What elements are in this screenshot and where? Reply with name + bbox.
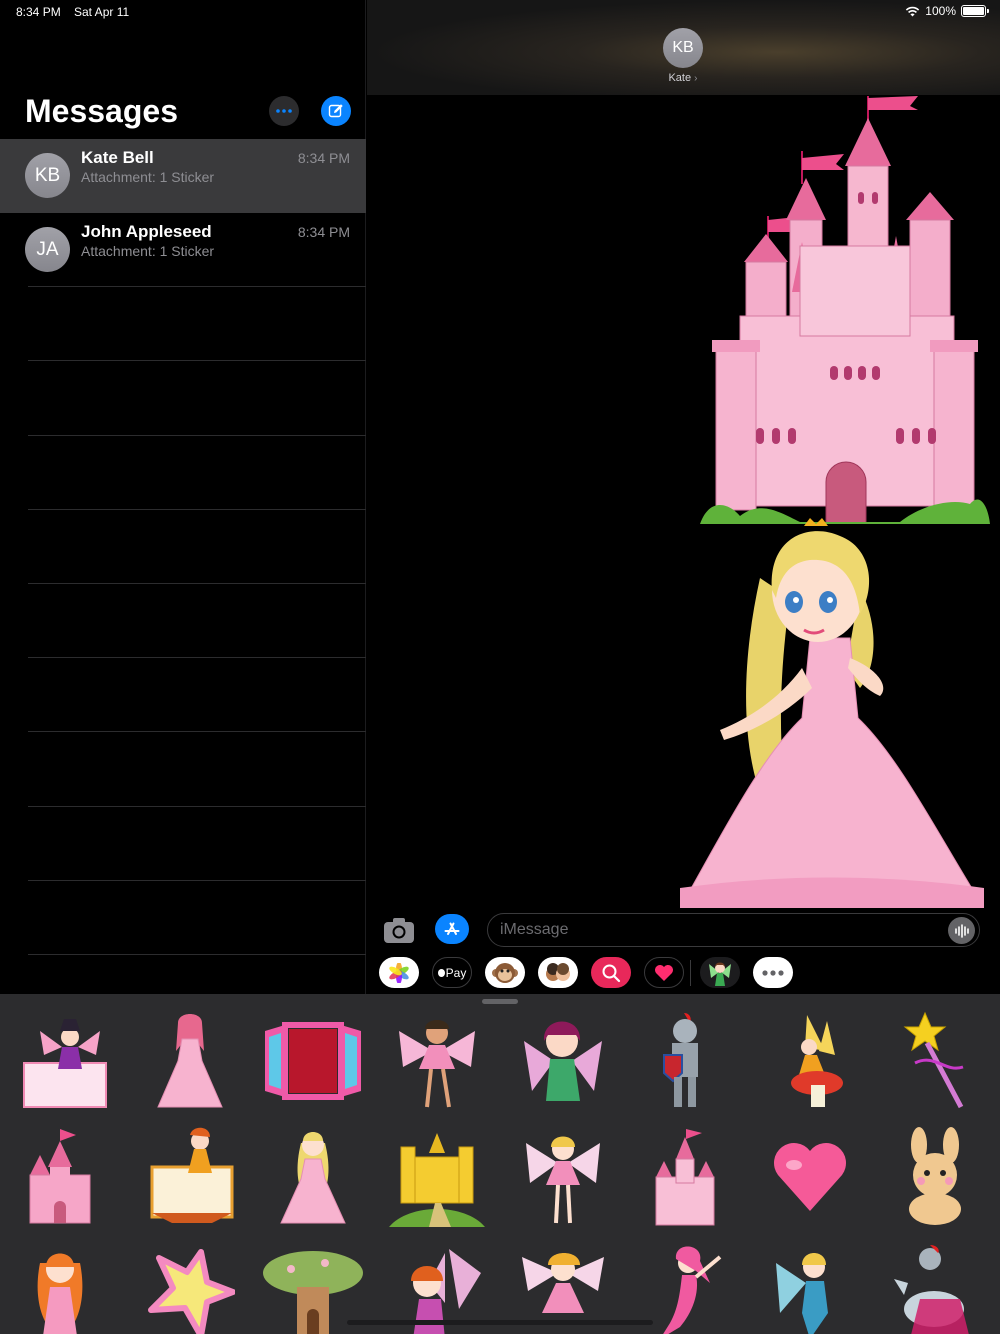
image-search-button[interactable]: [591, 957, 631, 988]
conversation-preview: Attachment: 1 Sticker: [81, 243, 215, 259]
row-divider: [28, 731, 366, 732]
row-divider: [28, 360, 366, 361]
image-search-icon: [602, 964, 621, 982]
ellipsis-icon: [276, 109, 292, 113]
sticker-blonde-princess[interactable]: [258, 1124, 368, 1230]
row-divider: [28, 657, 366, 658]
contact-avatar[interactable]: KB: [663, 28, 703, 68]
sticker-brunette-fairy[interactable]: [508, 1008, 618, 1114]
battery-icon: [961, 5, 989, 17]
apple-pay-button[interactable]: Pay: [432, 957, 472, 988]
digital-touch-icon: [655, 964, 673, 981]
wifi-icon: [906, 6, 920, 16]
chevron-right-icon: ›: [694, 73, 698, 84]
fairy-stickers-icon: [709, 962, 731, 986]
conversation-preview: Attachment: 1 Sticker: [81, 169, 215, 185]
conversation-sidebar: Messages KB Kate Bell Attachment: 1 Stic…: [0, 0, 366, 994]
battery-percent: 100%: [925, 4, 956, 18]
status-right: 100%: [905, 4, 989, 18]
compose-button[interactable]: [321, 96, 351, 126]
more-apps-button[interactable]: [753, 957, 793, 988]
audio-message-button[interactable]: [948, 917, 975, 944]
photos-app-button[interactable]: [379, 957, 419, 988]
status-time: 8:34 PM: [16, 5, 61, 19]
sticker-autumn-fairy-sign[interactable]: [135, 1124, 245, 1230]
memoji-icon: [546, 962, 570, 981]
sticker-knight-armor[interactable]: [630, 1008, 740, 1114]
avatar: KB: [25, 153, 70, 198]
sticker-fairy-on-mushroom[interactable]: [755, 1008, 865, 1114]
row-divider: [28, 583, 366, 584]
sticker-drawer: [0, 994, 1000, 1334]
app-strip-divider: [690, 960, 691, 986]
sticker-pink-heart[interactable]: [755, 1124, 865, 1230]
sticker-knight-on-horse[interactable]: [880, 1240, 990, 1334]
pink-castle-sticker[interactable]: [700, 96, 990, 524]
sticker-magic-wand[interactable]: [880, 1008, 990, 1114]
row-divider: [28, 435, 366, 436]
sticker-pink-castle[interactable]: [630, 1124, 740, 1230]
blonde-princess-sticker[interactable]: [680, 518, 984, 908]
conversation-row-john-appleseed[interactable]: JA John Appleseed Attachment: 1 Sticker …: [0, 213, 366, 287]
row-divider: [28, 880, 366, 881]
conversation-time: 8:34 PM: [297, 224, 350, 240]
conversation-name: Kate Bell: [81, 148, 154, 167]
more-options-button[interactable]: [269, 96, 299, 126]
row-divider: [28, 286, 366, 287]
drawer-grabber[interactable]: [482, 999, 518, 1004]
sticker-princess-pink-dress[interactable]: [135, 1008, 245, 1114]
conversation-time: 8:34 PM: [297, 150, 350, 166]
more-apps-icon: [762, 969, 784, 976]
status-bar: 8:34 PM Sat Apr 11 100%: [0, 0, 1000, 24]
sticker-redhead-princess[interactable]: [5, 1240, 115, 1334]
apple-pay-label: Pay: [445, 965, 467, 980]
imessage-app-strip: Pay: [367, 955, 1000, 993]
app-store-icon: [444, 922, 460, 935]
avatar: JA: [25, 227, 70, 272]
page-title: Messages: [25, 93, 178, 129]
sticker-bunny[interactable]: [880, 1124, 990, 1230]
digital-touch-button[interactable]: [644, 957, 684, 988]
row-divider: [28, 954, 366, 955]
sticker-ballerina-fairy[interactable]: [382, 1008, 492, 1114]
photos-icon: [389, 962, 409, 983]
camera-icon[interactable]: [383, 916, 415, 944]
contact-name-button[interactable]: Kate ›: [663, 72, 703, 84]
row-divider: [28, 509, 366, 510]
status-date: Sat Apr 11: [74, 5, 130, 19]
animoji-button[interactable]: [485, 957, 525, 988]
waveform-icon: [954, 923, 969, 938]
compose-icon: [328, 104, 343, 118]
sticker-golden-castle[interactable]: [382, 1124, 492, 1230]
conversation-row-kate-bell[interactable]: KB Kate Bell Attachment: 1 Sticker 8:34 …: [0, 139, 366, 213]
apple-logo-icon: [437, 968, 445, 977]
sticker-fairy-on-sign[interactable]: [5, 1008, 115, 1114]
sticker-small-pink-castle[interactable]: [5, 1124, 115, 1230]
home-indicator: [347, 1320, 653, 1325]
message-input[interactable]: [487, 913, 980, 947]
sticker-yellow-star[interactable]: [135, 1240, 245, 1334]
conversation-name: John Appleseed: [81, 222, 212, 241]
monkey-animoji-icon: [492, 962, 518, 983]
sticker-open-window[interactable]: [258, 1008, 368, 1114]
row-divider: [28, 806, 366, 807]
sticker-teal-fairy[interactable]: [755, 1240, 865, 1334]
app-store-button[interactable]: [435, 914, 469, 944]
fairy-stickers-app-button[interactable]: [700, 957, 740, 988]
sticker-blonde-fairy[interactable]: [508, 1124, 618, 1230]
contact-name: Kate: [668, 72, 692, 84]
memoji-button[interactable]: [538, 957, 578, 988]
